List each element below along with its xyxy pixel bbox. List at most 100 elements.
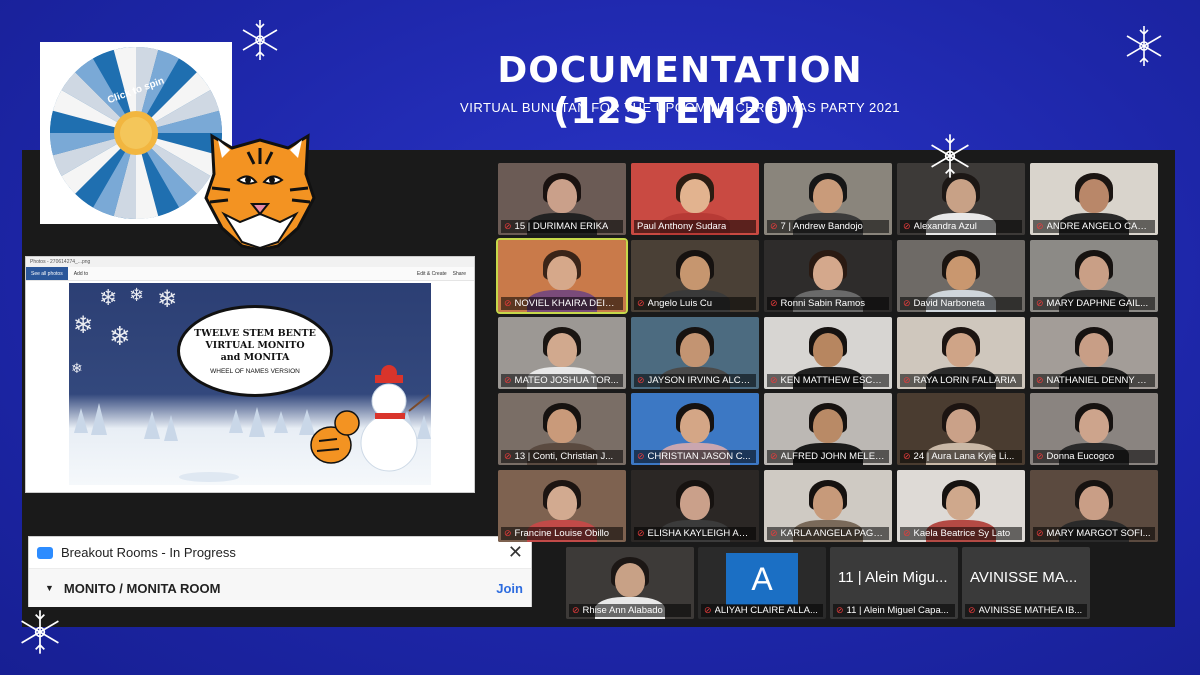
participant-tile[interactable]: 11 | Alein Migu... ⊘ 11 | Alein Miguel Cap… [830, 547, 958, 619]
participant-name: MATEO JOSHUA TOR... [514, 375, 619, 386]
participant-face [680, 333, 710, 367]
participant-tile[interactable]: ⊘ 13 | Conti, Christian J... [498, 393, 626, 465]
participant-face [1079, 333, 1109, 367]
participant-tile[interactable]: ⊘ NATHANIEL DENNY G... [1030, 317, 1158, 389]
participant-name-label: ⊘ ALFRED JOHN MELEG... [767, 450, 889, 463]
participant-tile[interactable]: ⊘ MARY MARGOT SOFI... [1030, 470, 1158, 542]
participant-tile[interactable]: ⊘ CHRISTIAN JASON C... [631, 393, 759, 465]
participant-name-label: ⊘ 15 | DURIMAN ERIKA [501, 220, 623, 233]
see-all-photos-button[interactable]: See all photos [26, 267, 68, 280]
participant-face [813, 179, 843, 213]
participant-name: ALIYAH CLAIRE ALLA... [714, 605, 818, 616]
slide-title-line3: and MONITA [220, 352, 290, 363]
svg-text:❄: ❄ [73, 311, 93, 339]
avatar: A [726, 553, 798, 605]
participant-name-label: ⊘ Alexandra Azul [900, 220, 1022, 233]
snowflake-icon [21, 610, 59, 654]
participant-face [615, 563, 645, 597]
participant-tile[interactable]: ⊘ RAYA LORIN FALLARIA [897, 317, 1025, 389]
participant-tile[interactable]: AVINISSE MA... ⊘ AVINISSE MATHEA IB... [962, 547, 1090, 619]
muted-mic-icon: ⊘ [770, 451, 778, 461]
svg-text:❄: ❄ [129, 285, 144, 306]
participant-tile[interactable]: Paul Anthony Sudara [631, 163, 759, 235]
page-subtitle: VIRTUAL BUNUTAN FOR THE UPCOMING CHRISTM… [460, 100, 900, 115]
muted-mic-icon: ⊘ [572, 605, 580, 615]
svg-text:❄: ❄ [71, 361, 83, 377]
participant-name: Kaela Beatrice Sy Lato [913, 528, 1011, 539]
participant-tile[interactable]: ⊘ 24 | Aura Lana Kyle Li... [897, 393, 1025, 465]
muted-mic-icon: ⊘ [637, 298, 645, 308]
participant-tile[interactable]: ⊘ Rhise Ann Alabado [566, 547, 694, 619]
christmas-slide: ❄ ❄ ❄ ❄ ❄ ❄ TWELVE STEM BENTE VIRTUAL MO… [69, 283, 431, 485]
muted-mic-icon: ⊘ [903, 528, 911, 538]
participant-name-label: ⊘ MARY DAPHNE GAIL... [1033, 297, 1155, 310]
edit-create-button[interactable]: Edit & Create [417, 271, 447, 277]
slide-title-line1: TWELVE STEM BENTE [194, 328, 316, 339]
participant-name: NOVIEL KHAIRA DEIG... [514, 298, 620, 309]
participant-tile[interactable]: ⊘ NOVIEL KHAIRA DEIG... [496, 238, 628, 314]
participant-name-label: ⊘ 11 | Alein Miguel Capa... [833, 604, 955, 617]
participant-name: JAYSON IRVING ALCA... [647, 375, 753, 386]
participant-tile[interactable]: ⊘ ELISHA KAYLEIGH ALI... [631, 470, 759, 542]
participant-tile[interactable]: A ⊘ ALIYAH CLAIRE ALLA... [698, 547, 826, 619]
participant-name: David Narboneta [913, 298, 985, 309]
participant-name-label: ⊘ David Narboneta [900, 297, 1022, 310]
participant-tile[interactable]: ⊘ KARLA ANGELA PAGK... [764, 470, 892, 542]
breakout-rooms-panel: Breakout Rooms - In Progress ✕ ▼ MONITO … [28, 536, 532, 607]
participant-name: Angelo Luis Cu [647, 298, 712, 309]
add-to-button[interactable]: Add to [74, 271, 88, 277]
participant-name: ALFRED JOHN MELEG... [780, 451, 886, 462]
participant-face [946, 486, 976, 520]
svg-text:❄: ❄ [99, 286, 117, 311]
participant-display-name: 11 | Alein Migu... [838, 569, 948, 586]
photos-title-bar: Photos - 270614274_...png [26, 257, 474, 267]
chevron-down-icon[interactable]: ▼ [45, 583, 54, 593]
participant-face [547, 486, 577, 520]
participant-tile[interactable]: ⊘ Donna Eucogco [1030, 393, 1158, 465]
participant-tile[interactable]: ⊘ 15 | DURIMAN ERIKA [498, 163, 626, 235]
participant-face [680, 256, 710, 290]
participant-name-label: ⊘ MARY MARGOT SOFI... [1033, 527, 1155, 540]
participant-tile[interactable]: ⊘ MARY DAPHNE GAIL... [1030, 240, 1158, 312]
participant-name-label: ⊘ NATHANIEL DENNY G... [1033, 374, 1155, 387]
participant-name: Alexandra Azul [913, 221, 977, 232]
participant-face [813, 256, 843, 290]
join-button[interactable]: Join [496, 581, 523, 596]
participant-tile[interactable]: ⊘ JAYSON IRVING ALCA... [631, 317, 759, 389]
close-icon[interactable]: ✕ [508, 542, 523, 563]
participant-tile[interactable]: ⊘ KEN MATTHEW ESCA... [764, 317, 892, 389]
muted-mic-icon: ⊘ [637, 528, 645, 538]
participant-name-label: ⊘ Donna Eucogco [1033, 450, 1155, 463]
participant-name: Rhise Ann Alabado [582, 605, 663, 616]
participant-tile[interactable]: ⊘ Ronni Sabin Ramos [764, 240, 892, 312]
participant-name: 13 | Conti, Christian J... [514, 451, 614, 462]
participant-tile[interactable]: ⊘ Kaela Beatrice Sy Lato [897, 470, 1025, 542]
participant-name-label: ⊘ ANDRE ANGELO CALI... [1033, 220, 1155, 233]
participant-tile[interactable]: ⊘ MATEO JOSHUA TOR... [498, 317, 626, 389]
participant-face [1079, 409, 1109, 443]
participant-face [547, 333, 577, 367]
participant-tile[interactable]: ⊘ ANDRE ANGELO CALI... [1030, 163, 1158, 235]
muted-mic-icon: ⊘ [637, 451, 645, 461]
participant-name: AVINISSE MATHEA IB... [978, 605, 1083, 616]
muted-mic-icon: ⊘ [770, 375, 778, 385]
participant-name-label: ⊘ NOVIEL KHAIRA DEIG... [501, 297, 623, 310]
participant-face [547, 409, 577, 443]
participant-name: KARLA ANGELA PAGK... [780, 528, 886, 539]
participant-tile[interactable]: ⊘ ALFRED JOHN MELEG... [764, 393, 892, 465]
muted-mic-icon: ⊘ [504, 298, 512, 308]
participant-tile[interactable]: ⊘ Francine Louise Obillo [498, 470, 626, 542]
participant-tile[interactable]: ⊘ David Narboneta [897, 240, 1025, 312]
participant-name-label: ⊘ CHRISTIAN JASON C... [634, 450, 756, 463]
participant-name-label: ⊘ Angelo Luis Cu [634, 297, 756, 310]
participant-name: 11 | Alein Miguel Capa... [846, 605, 949, 616]
snowflake-icon [242, 20, 278, 60]
participant-name-label: ⊘ 24 | Aura Lana Kyle Li... [900, 450, 1022, 463]
participant-tile[interactable]: ⊘ 7 | Andrew Bandojo [764, 163, 892, 235]
participant-name: CHRISTIAN JASON C... [647, 451, 751, 462]
tiger-icon [204, 133, 316, 250]
participant-face [680, 486, 710, 520]
share-button[interactable]: Share [453, 271, 466, 277]
participant-name-label: ⊘ KEN MATTHEW ESCA... [767, 374, 889, 387]
participant-tile[interactable]: ⊘ Angelo Luis Cu [631, 240, 759, 312]
